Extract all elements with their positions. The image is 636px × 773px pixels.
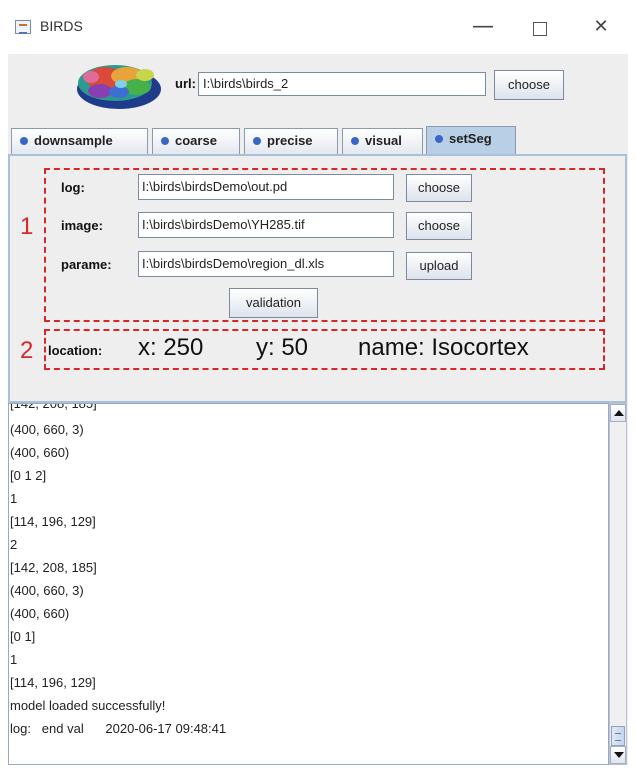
maximize-icon xyxy=(533,21,547,36)
log-line: (400, 660) xyxy=(10,606,70,621)
url-label: url: xyxy=(175,76,196,91)
maximize-button[interactable] xyxy=(523,12,557,42)
tab-coarse[interactable]: coarse xyxy=(152,128,240,154)
tab-label: coarse xyxy=(175,133,217,148)
log-line: [142, 208, 185] xyxy=(10,560,97,575)
scroll-up-arrow-icon[interactable] xyxy=(610,404,626,422)
tab-dot-icon xyxy=(351,136,359,145)
url-choose-button[interactable]: choose xyxy=(494,70,564,100)
tab-setseg[interactable]: setSeg xyxy=(426,126,516,156)
scroll-down-arrow-icon[interactable] xyxy=(610,746,626,764)
birds-window: BIRDS — ✕ url: I:\birds\birds_2 choose d… xyxy=(0,0,636,773)
tab-label: precise xyxy=(267,133,313,148)
log-line: (400, 660) xyxy=(10,445,70,460)
url-input[interactable]: I:\birds\birds_2 xyxy=(198,72,486,96)
minimize-button[interactable]: — xyxy=(466,12,500,42)
close-button[interactable]: ✕ xyxy=(584,12,618,42)
log-line: (400, 660, 3) xyxy=(10,583,84,598)
tab-downsample[interactable]: downsample xyxy=(11,128,148,154)
log-line: 1 xyxy=(10,652,18,667)
tab-dot-icon xyxy=(161,136,169,145)
log-line: [0 1 2] xyxy=(10,468,47,483)
annotation-number-1: 1 xyxy=(20,213,34,240)
window-title: BIRDS xyxy=(40,18,83,34)
brain-logo-icon xyxy=(77,65,161,109)
log-line: 1 xyxy=(10,491,18,506)
tab-dot-icon xyxy=(435,134,443,143)
annotation-box-2 xyxy=(44,329,605,370)
log-line: (400, 660, 3) xyxy=(10,422,84,437)
scroll-thumb[interactable] xyxy=(611,726,625,746)
tab-dot-icon xyxy=(20,136,28,145)
log-line: 2 xyxy=(10,537,18,552)
log-scrollbar[interactable] xyxy=(609,403,627,765)
annotation-box-1 xyxy=(44,168,605,322)
tab-label: downsample xyxy=(34,133,113,148)
tab-dot-icon xyxy=(253,136,261,145)
log-line: log: end val 2020-06-17 09:48:41 xyxy=(10,721,227,736)
tab-precise[interactable]: precise xyxy=(244,128,338,154)
java-app-icon xyxy=(15,20,31,34)
title-bar: BIRDS — ✕ xyxy=(0,0,636,54)
log-line: [0 1] xyxy=(10,629,36,644)
log-line: model loaded successfully! xyxy=(10,698,166,713)
tab-label: visual xyxy=(365,133,402,148)
log-output-area[interactable]: [142, 208, 185] (400, 660, 3) (400, 660)… xyxy=(8,403,609,765)
tab-visual[interactable]: visual xyxy=(342,128,423,154)
log-line: [114, 196, 129] xyxy=(10,675,96,690)
tab-label: setSeg xyxy=(449,131,492,146)
log-line: [142, 208, 185] xyxy=(10,403,97,411)
annotation-number-2: 2 xyxy=(20,337,34,364)
log-line: [114, 196, 129] xyxy=(10,514,96,529)
